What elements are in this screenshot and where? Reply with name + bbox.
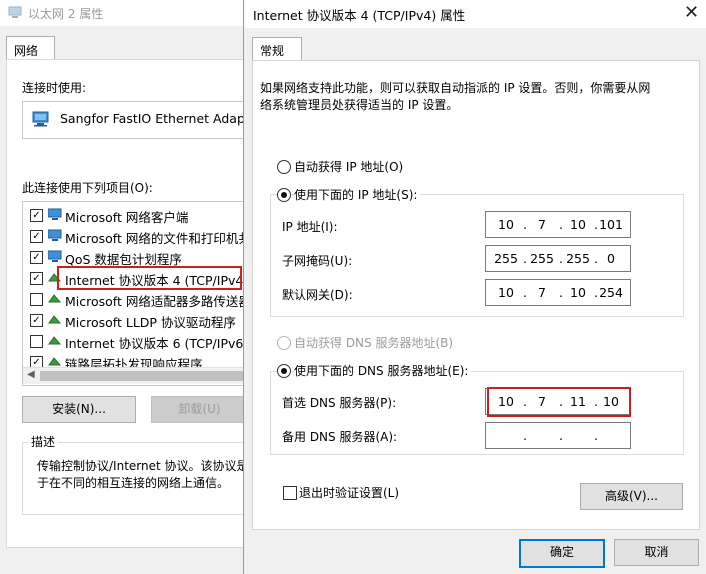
item-checkbox[interactable] <box>30 335 43 348</box>
description-text-line-2: 于在不同的相互连接的网络上通信。 <box>37 476 230 490</box>
manual-dns-radio[interactable] <box>277 364 291 378</box>
advanced-button[interactable]: 高级(V)... <box>580 483 683 510</box>
adns-dot: . <box>559 428 563 443</box>
tab-network[interactable]: 网络 <box>6 36 55 61</box>
item-label: Microsoft LLDP 协议驱动程序 <box>65 315 236 330</box>
list-item[interactable]: Internet 协议版本 6 (TCP/IPv6) <box>23 331 248 351</box>
description-text-line-1: 传输控制协议/Internet 协议。该协议是 <box>37 459 249 473</box>
ip-octet-1: 10 <box>498 217 514 232</box>
gateway-octet-4: 254 <box>599 285 623 300</box>
components-list[interactable]: ✓ Microsoft 网络客户端 ✓ Microsoft 网络的文件和打印机共… <box>22 201 248 386</box>
intro-text-line-2: 络系统管理员处获得适当的 IP 设置。 <box>260 98 459 112</box>
item-checkbox[interactable]: ✓ <box>30 209 43 222</box>
network-service-icon <box>48 229 62 241</box>
validate-checkbox[interactable] <box>283 486 297 500</box>
gateway-input[interactable]: 10 . 7 . 10 . 254 <box>485 279 631 306</box>
ip-address-input[interactable]: 10 . 7 . 10 . 101 <box>485 211 631 238</box>
adns-dot: . <box>523 428 527 443</box>
gateway-octet-1: 10 <box>498 285 514 300</box>
item-label: Microsoft 网络客户端 <box>65 210 189 225</box>
list-item[interactable]: ✓ QoS 数据包计划程序 <box>23 247 247 267</box>
adapter-field: Sangfor FastIO Ethernet Adapte <box>22 101 248 139</box>
ip-octet-2: 7 <box>538 217 546 232</box>
adns-dot: . <box>594 428 598 443</box>
mask-octet-3: 255 <box>566 251 590 266</box>
items-label: 此连接使用下列项目(O): <box>22 181 153 195</box>
mask-octet-2: 255 <box>530 251 554 266</box>
protocol-icon <box>48 294 62 303</box>
list-item[interactable]: Microsoft 网络适配器多路传送器 <box>23 289 248 309</box>
ip-address-label: IP 地址(I): <box>282 220 338 234</box>
alternate-dns-label: 备用 DNS 服务器(A): <box>282 430 398 444</box>
tab-network-label: 网络 <box>14 44 39 58</box>
protocol-icon <box>48 357 62 366</box>
protocol-icon <box>48 336 62 345</box>
mask-octet-4: 0 <box>607 251 615 266</box>
scrollbar-thumb[interactable] <box>40 371 246 381</box>
item-label: Internet 协议版本 6 (TCP/IPv6) <box>65 336 248 351</box>
item-label: Microsoft 网络适配器多路传送器 <box>65 294 248 309</box>
front-title-bar: Internet 协议版本 4 (TCP/IPv4) 属性 ✕ <box>244 0 706 28</box>
adapter-name: Sangfor FastIO Ethernet Adapte <box>60 111 248 126</box>
intro-text-line-1: 如果网络支持此功能，则可以获取自动指派的 IP 设置。否则，你需要从网 <box>260 81 651 95</box>
ip-octet-4: 101 <box>599 217 623 232</box>
ipv4-properties-dialog: Internet 协议版本 4 (TCP/IPv4) 属性 ✕ 常规 如果网络支… <box>243 0 706 574</box>
manual-ip-radio[interactable] <box>277 188 291 202</box>
back-window-title: 以太网 2 属性 <box>28 7 104 21</box>
network-adapter-icon <box>8 6 22 18</box>
network-service-icon <box>48 250 62 262</box>
auto-dns-label: 自动获得 DNS 服务器地址(B) <box>294 336 454 350</box>
uninstall-button[interactable]: 卸载(U) <box>151 396 248 423</box>
scroll-left-icon[interactable]: ◀ <box>27 369 35 380</box>
ip-octet-3: 10 <box>570 217 586 232</box>
cancel-button[interactable]: 取消 <box>614 539 699 566</box>
tab-general[interactable]: 常规 <box>252 37 302 62</box>
subnet-mask-input[interactable]: 255 . 255 . 255 . 0 <box>485 245 631 272</box>
adapter-properties-window: 以太网 2 属性 网络 连接时使用: Sangfor FastIO Ethern… <box>0 0 251 574</box>
auto-ip-label: 自动获得 IP 地址(O) <box>294 160 404 174</box>
item-checkbox[interactable] <box>30 293 43 306</box>
item-checkbox[interactable]: ✓ <box>30 314 43 327</box>
validate-label: 退出时验证设置(L) <box>299 486 400 500</box>
close-icon[interactable]: ✕ <box>684 2 699 23</box>
mask-octet-1: 255 <box>494 251 518 266</box>
install-button[interactable]: 安装(N)... <box>22 396 136 423</box>
item-label: Microsoft 网络的文件和打印机共 <box>65 231 248 246</box>
item-checkbox[interactable]: ✓ <box>30 272 43 285</box>
list-item[interactable]: ✓ Microsoft 网络客户端 <box>23 205 247 225</box>
network-client-icon <box>48 208 62 220</box>
subnet-mask-label: 子网掩码(U): <box>282 254 353 268</box>
gateway-octet-3: 10 <box>570 285 586 300</box>
auto-dns-radio[interactable] <box>277 336 291 350</box>
horizontal-scrollbar[interactable]: ◀ <box>23 367 246 384</box>
ipv4-highlight-box <box>57 266 242 290</box>
alternate-dns-input[interactable]: . . . <box>485 422 631 449</box>
preferred-dns-label: 首选 DNS 服务器(P): <box>282 396 397 410</box>
item-checkbox[interactable]: ✓ <box>30 230 43 243</box>
tab-general-label: 常规 <box>260 44 285 58</box>
ok-button[interactable]: 确定 <box>519 539 605 568</box>
gateway-octet-2: 7 <box>538 285 546 300</box>
item-checkbox[interactable]: ✓ <box>30 251 43 264</box>
gateway-label: 默认网关(D): <box>282 288 353 302</box>
list-item[interactable]: ✓ Microsoft 网络的文件和打印机共 <box>23 226 248 246</box>
front-window-title: Internet 协议版本 4 (TCP/IPv4) 属性 <box>253 8 466 23</box>
connect-using-label: 连接时使用: <box>22 81 87 95</box>
auto-ip-radio[interactable] <box>277 160 291 174</box>
manual-ip-label: 使用下面的 IP 地址(S): <box>294 186 421 203</box>
back-title-bar: 以太网 2 属性 <box>0 0 250 26</box>
dns-highlight-box <box>487 387 631 417</box>
network-adapter-icon <box>32 111 49 127</box>
list-item[interactable]: ✓ Microsoft LLDP 协议驱动程序 <box>23 310 247 330</box>
description-legend: 描述 <box>28 433 59 450</box>
protocol-icon <box>48 315 62 324</box>
manual-dns-label: 使用下面的 DNS 服务器地址(E): <box>294 362 472 379</box>
